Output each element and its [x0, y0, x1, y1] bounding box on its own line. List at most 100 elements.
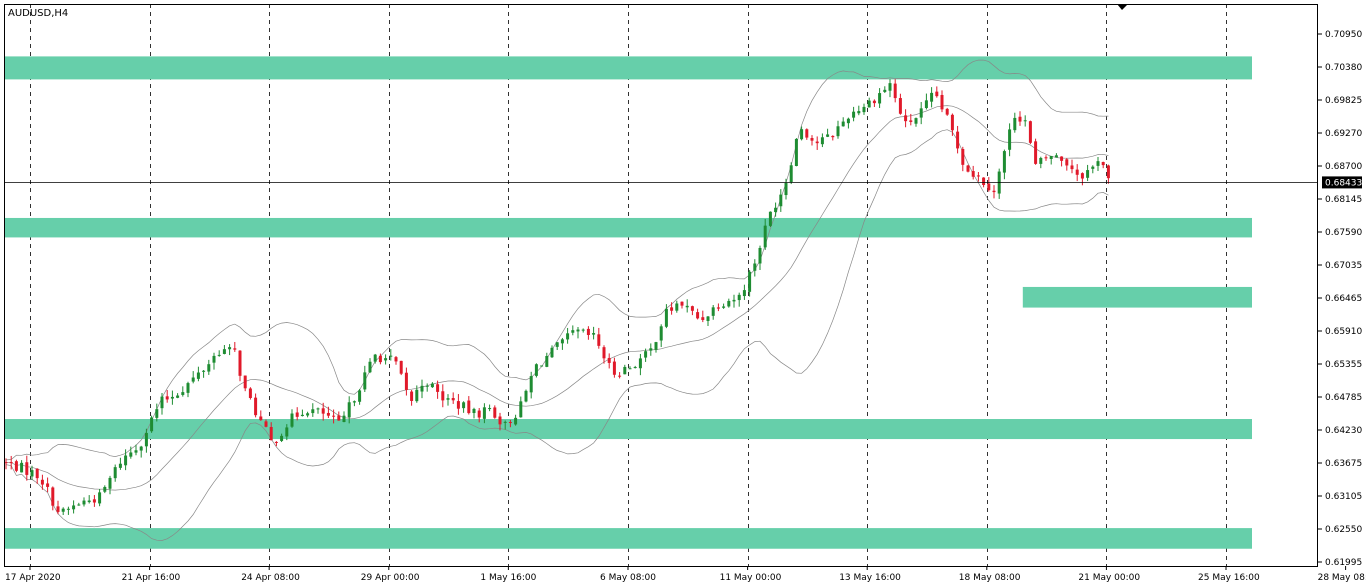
- candle-body: [888, 83, 892, 91]
- bear-candle: [248, 387, 252, 400]
- bear-candle: [14, 459, 18, 473]
- x-tick-label: 13 May 16:00: [839, 573, 901, 583]
- candle-body: [774, 207, 778, 213]
- candle-body: [534, 364, 538, 376]
- candle-body: [202, 370, 206, 372]
- candle-body: [394, 357, 398, 362]
- candle-body: [966, 165, 970, 172]
- candle-body: [472, 408, 476, 414]
- candle-body: [467, 400, 471, 414]
- candle-body: [150, 417, 154, 432]
- candle-body: [488, 408, 492, 410]
- candle-body: [285, 427, 289, 437]
- candle-body: [768, 211, 772, 226]
- x-tick-label: 29 Apr 00:00: [361, 573, 420, 583]
- candle-body: [181, 392, 185, 395]
- candle-body: [46, 483, 50, 487]
- candle-body: [711, 307, 715, 316]
- candle-body: [571, 330, 575, 333]
- candle-body: [326, 412, 330, 416]
- candle-body: [248, 388, 252, 398]
- candle-body: [982, 177, 986, 186]
- candle-body: [1070, 165, 1074, 170]
- candle-body: [25, 462, 29, 475]
- bull-candle: [794, 138, 798, 167]
- candle-body: [170, 396, 174, 399]
- candle-body: [332, 415, 336, 417]
- candle-body: [1086, 170, 1090, 178]
- candle-body: [758, 247, 762, 264]
- candle-body: [872, 100, 876, 104]
- candle-body: [311, 409, 315, 414]
- candle-body: [638, 358, 642, 369]
- candle-body: [914, 118, 918, 124]
- symbol-label: AUDUSD,H4: [8, 8, 68, 19]
- candle-body: [1091, 166, 1095, 169]
- x-tick-label: 28 May 08:00: [1318, 573, 1366, 583]
- candle-body: [878, 93, 882, 104]
- candle-body: [300, 414, 304, 417]
- candle-body: [1101, 162, 1105, 166]
- candle-body: [680, 301, 684, 306]
- candle-body: [722, 306, 726, 308]
- bear-candle: [1028, 120, 1032, 145]
- candle-body: [498, 416, 502, 425]
- support-resistance-zone: [5, 217, 1252, 238]
- candle-body: [815, 141, 819, 144]
- candle-body: [800, 129, 804, 140]
- candle-body: [550, 347, 554, 358]
- candle-body: [742, 290, 746, 297]
- candle-body: [784, 183, 788, 196]
- candle-body: [976, 175, 980, 177]
- candle-body: [358, 390, 362, 402]
- candle-body: [352, 401, 356, 403]
- candle-body: [519, 401, 523, 418]
- candle-body: [191, 377, 195, 382]
- bear-candle: [399, 360, 403, 376]
- candle-body: [456, 401, 460, 409]
- candle-body: [274, 441, 278, 443]
- y-tick-label: 0.69825: [1325, 96, 1362, 106]
- candle-body: [155, 409, 159, 418]
- x-tick-label: 21 May 00:00: [1078, 573, 1140, 583]
- chart-window[interactable]: AUDUSD,H4 0.70950 0.70380 0.69825 0.69270 0.…: [0, 0, 1366, 588]
- candle-body: [924, 100, 928, 109]
- y-tick-label: 0.68145: [1325, 195, 1362, 205]
- bear-candle: [966, 164, 970, 173]
- candle-body: [222, 349, 226, 354]
- candle-body: [950, 114, 954, 131]
- candle-body: [430, 383, 434, 388]
- bull-candle: [768, 211, 772, 228]
- candle-body: [1039, 157, 1043, 164]
- y-tick-label: 0.63675: [1325, 459, 1362, 469]
- candle-body: [633, 367, 637, 369]
- candle-body: [841, 121, 845, 127]
- candle-body: [1106, 165, 1110, 179]
- candle-body: [826, 134, 830, 137]
- candle-body: [160, 396, 164, 409]
- candle-body: [514, 417, 518, 425]
- candle-body: [945, 108, 949, 115]
- y-tick-label: 0.63105: [1325, 492, 1362, 502]
- x-tick-label: 18 May 08:00: [959, 573, 1021, 583]
- candle-body: [602, 347, 606, 359]
- candle-body: [446, 398, 450, 400]
- candle-body: [930, 92, 934, 102]
- candle-body: [186, 383, 190, 393]
- candle-body: [664, 308, 668, 327]
- candle-body: [893, 83, 897, 99]
- candle-body: [846, 118, 850, 124]
- candle-body: [581, 329, 585, 331]
- candle-body: [644, 351, 648, 358]
- candle-body: [748, 271, 752, 292]
- candle-body: [836, 126, 840, 137]
- candle-body: [716, 307, 720, 309]
- candle-body: [363, 372, 367, 390]
- candle-body: [337, 415, 341, 421]
- price-chart[interactable]: AUDUSD,H4 0.70950 0.70380 0.69825 0.69270 0.…: [0, 0, 1366, 588]
- candle-body: [623, 366, 627, 375]
- candle-body: [92, 499, 96, 503]
- candle-body: [592, 333, 596, 335]
- y-tick-label: 0.62550: [1325, 525, 1362, 535]
- candle-body: [72, 505, 76, 510]
